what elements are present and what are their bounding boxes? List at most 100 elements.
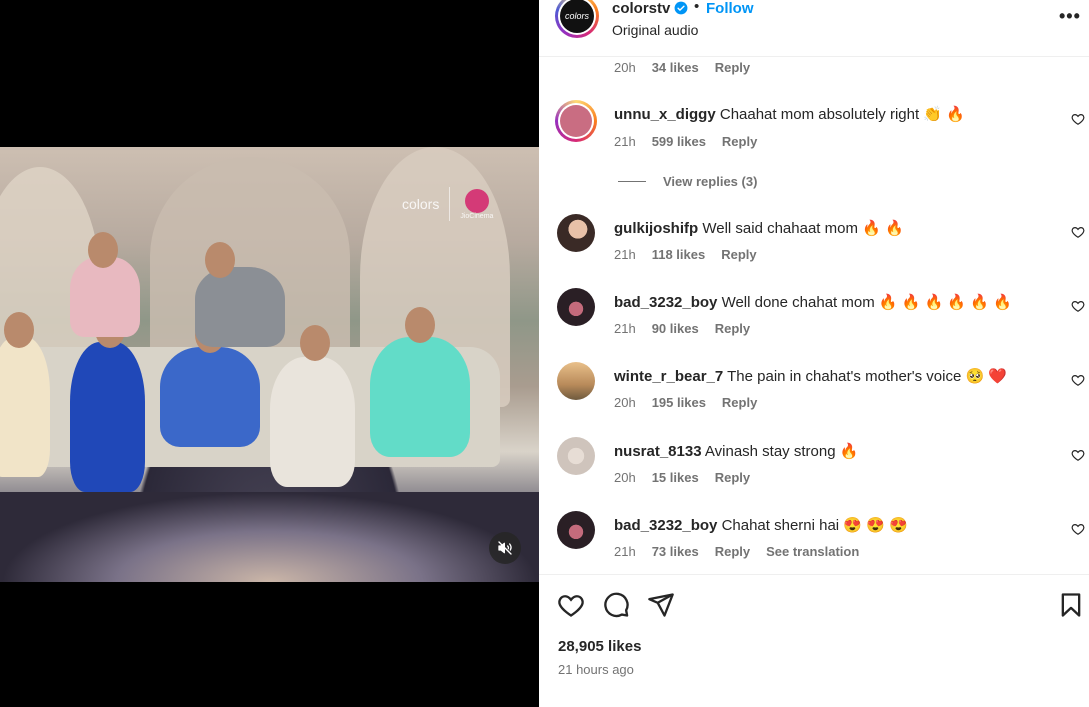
comment-time: 21h [614,321,636,336]
reply-button[interactable]: Reply [715,470,750,485]
comment-item: bad_3232_boy Well done chahat mom 🔥 🔥 🔥 … [539,288,1089,358]
watermark-brand: colors [402,196,440,212]
comment-time: 20h [614,60,636,75]
commenter-avatar[interactable] [555,100,597,142]
commenter-avatar[interactable] [557,288,595,326]
comment-meta: 20h 15 likes Reply [614,470,750,485]
comment-likes[interactable]: 34 likes [652,60,699,75]
commenter-username[interactable]: bad_3232_boy [614,294,717,311]
comment-item: gulkijoshifp Well said chahaat mom 🔥 🔥 2… [539,214,1089,284]
comment-likes[interactable]: 15 likes [652,470,699,485]
like-comment-heart-icon[interactable] [1071,299,1085,313]
comment-body: Chaahat mom absolutely right 👏 🔥 [719,106,965,123]
comment-text: winte_r_bear_7 The pain in chahat's moth… [614,367,1007,385]
share-send-icon[interactable] [647,591,675,619]
more-options-icon[interactable]: ••• [1059,6,1081,27]
author-username[interactable]: colorstv [612,0,670,17]
comment-item: winte_r_bear_7 The pain in chahat's moth… [539,362,1089,432]
commenter-username[interactable]: bad_3232_boy [614,517,717,534]
comment-text: bad_3232_boy Chahat sherni hai 😍 😍 😍 [614,516,908,534]
comment-time: 21h [614,247,636,262]
person-7 [195,267,285,347]
comment-bubble-icon[interactable] [602,591,630,619]
person-head [300,325,330,361]
person-4 [270,357,355,487]
header-separator: • [694,0,700,15]
person-2 [70,342,145,492]
comment-text: gulkijoshifp Well said chahaat mom 🔥 🔥 [614,219,904,237]
likes-count[interactable]: 28,905 likes [558,638,641,655]
like-comment-heart-icon[interactable] [1071,225,1085,239]
comment-likes[interactable]: 90 likes [652,321,699,336]
commenter-avatar[interactable] [557,437,595,475]
reply-button[interactable]: Reply [721,247,756,262]
person-6 [70,257,140,337]
comment-meta: 21h 73 likes Reply See translation [614,544,859,559]
post-side-panel: colors colorstv • Follow Original audio … [539,0,1089,707]
person-1 [0,337,50,477]
person-head [205,242,235,278]
comment-text: unnu_x_diggy Chaahat mom absolutely righ… [614,105,965,123]
stage-floor [0,492,539,582]
view-replies-button[interactable]: View replies (3) [618,174,757,189]
comments-list[interactable]: 20h 34 likes Reply unnu_x_diggy Chaahat … [539,57,1089,574]
commenter-username[interactable]: gulkijoshifp [614,220,698,237]
follow-button[interactable]: Follow [706,0,754,17]
comment-likes[interactable]: 599 likes [652,134,706,149]
comment-likes[interactable]: 118 likes [652,247,706,262]
comment-body: Well said chahaat mom 🔥 🔥 [702,220,904,237]
save-bookmark-icon[interactable] [1057,591,1085,619]
reply-button[interactable]: Reply [715,321,750,336]
reply-button[interactable]: Reply [722,395,757,410]
comment-text: bad_3232_boy Well done chahat mom 🔥 🔥 🔥 … [614,293,1012,311]
commenter-username[interactable]: nusrat_8133 [614,443,702,460]
comment-item: unnu_x_diggy Chaahat mom absolutely righ… [539,100,1089,170]
comment-likes[interactable]: 195 likes [652,395,706,410]
comment-time: 20h [614,395,636,410]
commenter-avatar[interactable] [557,214,595,252]
verified-badge-icon [674,1,688,15]
commenter-username[interactable]: unnu_x_diggy [614,106,716,123]
author-avatar[interactable]: colors [555,0,599,38]
speaker-muted-icon [498,541,512,555]
comment-item: nusrat_8133 Avinash stay strong 🔥 20h 15… [539,437,1089,507]
like-comment-heart-icon[interactable] [1071,522,1085,536]
mute-toggle-button[interactable] [489,532,521,564]
comment-time: 20h [614,470,636,485]
commenter-avatar[interactable] [557,511,595,549]
jiocinema-logo-icon [464,188,489,213]
person-head [88,232,118,268]
comment-text: nusrat_8133 Avinash stay strong 🔥 [614,442,858,460]
comment-likes[interactable]: 73 likes [652,544,699,559]
comment-time: 21h [614,544,636,559]
person-3 [160,347,260,447]
comment-item: bad_3232_boy Chahat sherni hai 😍 😍 😍 21h… [539,511,1089,574]
person-head [4,312,34,348]
video-watermark: colors JioCinema [402,187,493,221]
see-translation-button[interactable]: See translation [766,544,859,559]
comment-meta: 21h 118 likes Reply [614,247,757,262]
replies-divider [618,181,646,182]
like-comment-heart-icon[interactable] [1071,373,1085,387]
reply-button[interactable]: Reply [722,134,757,149]
like-comment-heart-icon[interactable] [1071,448,1085,462]
colors-logo-icon: colors [560,0,594,33]
comment-meta: 21h 599 likes Reply [614,134,757,149]
audio-label[interactable]: Original audio [612,22,698,38]
commenter-avatar[interactable] [557,362,595,400]
reply-button[interactable]: Reply [715,60,750,75]
comment-meta: 20h 34 likes Reply [614,60,750,75]
like-comment-heart-icon[interactable] [1071,112,1085,126]
media-panel: colors JioCinema [0,0,539,707]
reply-button[interactable]: Reply [715,544,750,559]
like-heart-icon[interactable] [557,591,585,619]
comment-time: 21h [614,134,636,149]
comment-item: 20h 34 likes Reply [539,57,1089,87]
commenter-username[interactable]: winte_r_bear_7 [614,368,723,385]
reel-video[interactable]: colors JioCinema [0,147,539,582]
person-5 [370,337,470,457]
comment-body: The pain in chahat's mother's voice 🥺 ❤️ [727,368,1008,385]
post-timestamp[interactable]: 21 hours ago [558,662,634,677]
watermark-divider [449,187,451,221]
watermark-partner: JioCinema [460,212,494,220]
